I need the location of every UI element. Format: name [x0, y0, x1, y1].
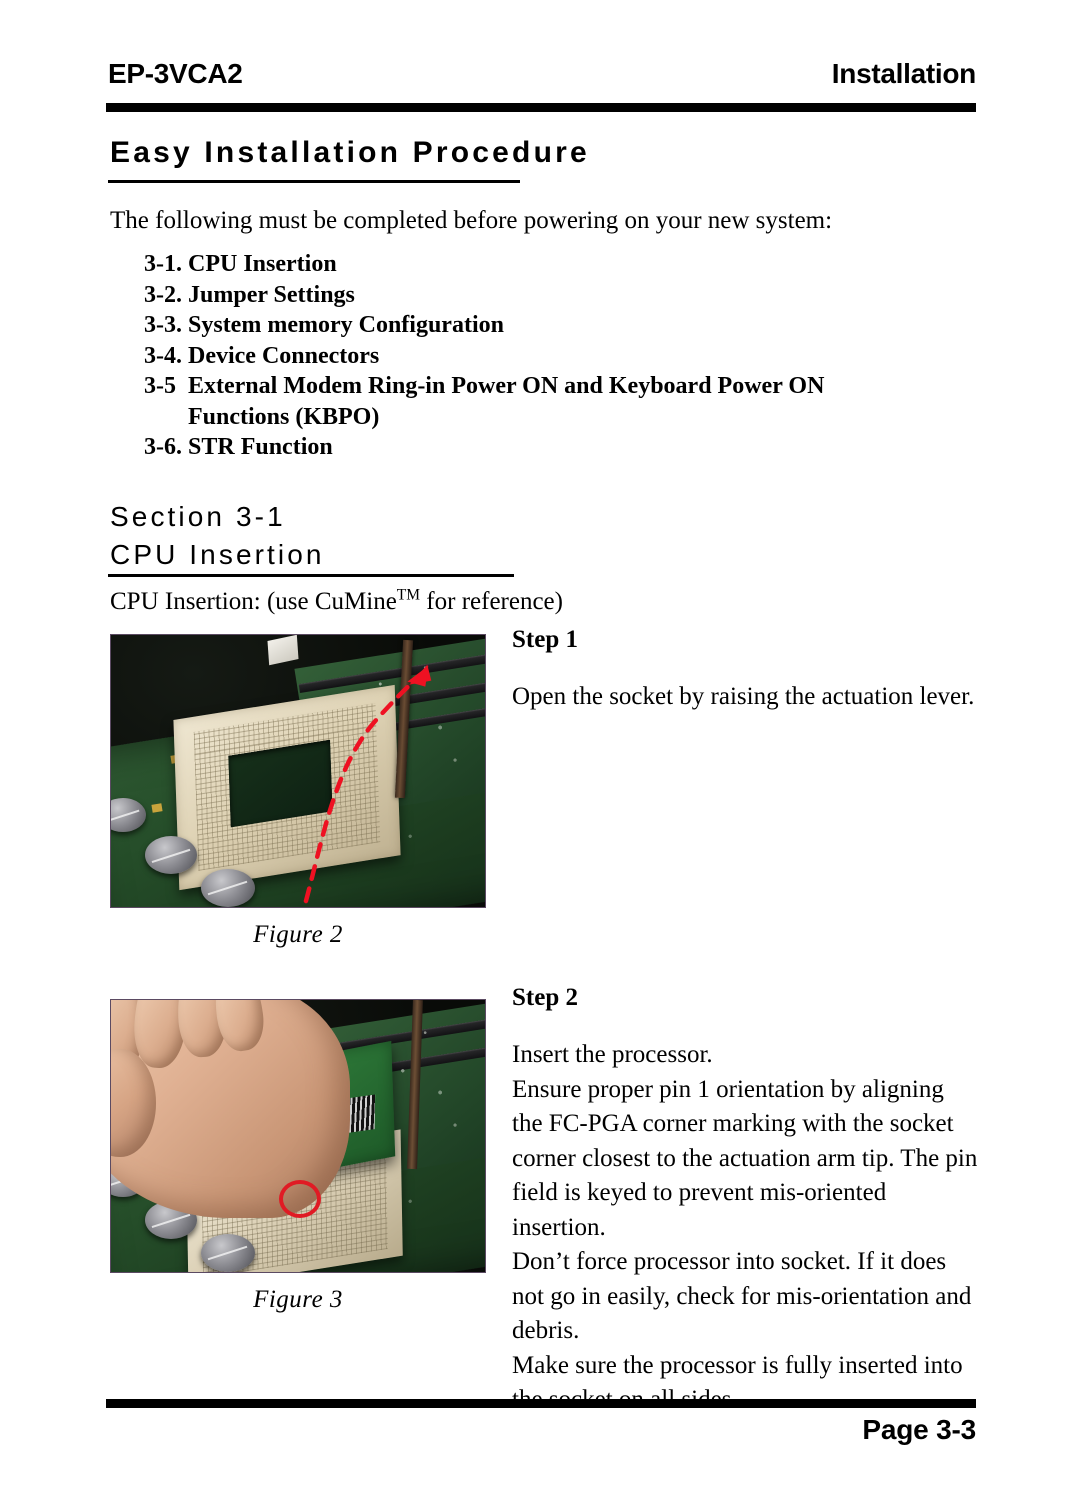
step-2-column: Step 2 Insert the processor. Ensure prop…: [512, 984, 980, 1418]
lever-motion-arrow-icon: [303, 664, 432, 904]
lead-in-before: CPU Insertion: (use CuMine: [110, 588, 397, 615]
step-1-paragraph: Open the socket by raising the actuation…: [512, 683, 975, 710]
list-item: 3-1. CPU Insertion: [110, 249, 980, 280]
lead-in-after: for reference): [420, 588, 563, 615]
list-item: 3-5 External Modem Ring-in Power ON and …: [110, 371, 980, 432]
list-item-label: STR Function: [188, 434, 333, 460]
step-2-paragraph: Ensure proper pin 1 orientation by align…: [512, 1075, 978, 1241]
pin1-highlight-circle: [279, 1179, 322, 1218]
list-item-label: Jumper Settings: [188, 281, 355, 308]
list-item-number: 3-2.: [144, 281, 182, 308]
capacitor: [200, 1233, 255, 1272]
footer-divider-rule: [106, 1399, 976, 1408]
figure-2-photo: [110, 634, 486, 908]
figure-3-photo: [110, 999, 486, 1273]
manual-page: EP-3VCA2 Installation Easy Installation …: [0, 0, 1080, 1511]
header-section-name: Installation: [831, 58, 977, 89]
header-model-name: EP-3VCA2: [108, 58, 243, 89]
lead-in-text: CPU Insertion: (use CuMineTM for referen…: [110, 586, 563, 616]
section-heading-underline: [108, 574, 514, 577]
list-item-label: Device Connectors: [188, 342, 380, 369]
step-2-paragraph: Insert the processor.: [512, 1041, 713, 1068]
figure-3-block: Figure 3: [110, 999, 486, 1314]
list-item: 3-6. STR Function: [110, 432, 980, 463]
trademark-superscript: TM: [396, 586, 421, 604]
page-header: EP-3VCA2 Installation: [108, 58, 976, 90]
section-heading-line-2: CPU Insertion: [110, 539, 325, 570]
list-item-number: 3-5: [144, 373, 176, 399]
step-1-heading: Step 1: [512, 626, 578, 653]
procedure-list: 3-1. CPU Insertion 3-2. Jumper Settings …: [110, 249, 980, 463]
figure-2-caption: Figure 2: [253, 921, 343, 948]
step-2-heading: Step 2: [512, 984, 578, 1011]
figure-3-caption: Figure 3: [253, 1286, 343, 1313]
list-item-label: CPU Insertion: [188, 251, 337, 277]
page-number: Page 3-3: [862, 1414, 976, 1445]
list-item-label: System memory Configuration: [188, 312, 504, 338]
list-item: 3-3. System memory Configuration: [110, 310, 980, 341]
list-item-number: 3-3.: [144, 312, 182, 338]
list-item-number: 3-4.: [144, 342, 182, 369]
section-heading: Section 3-1 CPU Insertion: [110, 498, 325, 574]
section-heading-line-1: Section 3-1: [110, 501, 286, 532]
step-1-column: Step 1 Open the socket by raising the ac…: [512, 626, 980, 715]
list-item-number: 3-6.: [144, 434, 182, 460]
list-item: 3-2. Jumper Settings: [110, 280, 980, 311]
intro-text: The following must be completed before p…: [110, 207, 833, 234]
list-item: 3-4. Device Connectors: [110, 341, 980, 372]
step-2-paragraph: Don’t force processor into socket. If it…: [512, 1248, 972, 1344]
page-title-underline: [108, 180, 520, 183]
figure-2-block: Figure 2: [110, 634, 486, 949]
list-item-label: External Modem Ring-in Power ON and Keyb…: [188, 373, 825, 430]
list-item-number: 3-1.: [144, 251, 182, 277]
header-divider-rule: [106, 103, 976, 112]
page-title: Easy Installation Procedure: [110, 136, 590, 169]
